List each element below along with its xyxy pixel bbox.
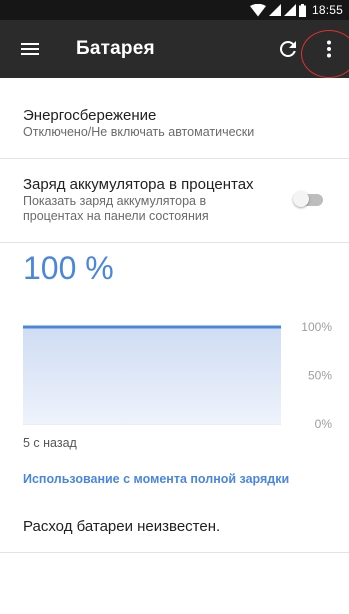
battery-usage-status: Расход батареи неизвестен. <box>23 518 221 535</box>
refresh-icon[interactable] <box>276 37 300 61</box>
battery-saver-summary: Отключено/Не включать автоматически <box>23 125 255 139</box>
chart-area <box>23 327 281 424</box>
history-time-ago: 5 с назад <box>23 436 77 450</box>
chart-y-tick-label: 50% <box>308 369 332 383</box>
divider <box>0 158 349 159</box>
battery-saver-title: Энергосбережение <box>23 107 157 124</box>
more-vert-icon[interactable] <box>317 37 341 61</box>
battery-icon <box>298 3 306 17</box>
battery-history-chart: 100% 50% 0% <box>23 320 333 430</box>
signal-icon <box>283 4 296 16</box>
battery-percentage-switch[interactable] <box>293 191 323 207</box>
usage-since-full-charge-link[interactable]: Использование с момента полной зарядки <box>23 472 289 486</box>
battery-saver-item[interactable]: Энергосбережение Отключено/Не включать а… <box>0 107 349 140</box>
chart-y-tick-label: 100% <box>301 320 332 334</box>
hamburger-menu-icon[interactable] <box>18 37 42 61</box>
battery-percentage-summary-line2: процентах на панели состояния <box>23 209 209 223</box>
switch-thumb <box>293 191 309 207</box>
app-toolbar: Батарея <box>0 20 349 78</box>
status-icons: 18:55 <box>249 3 343 17</box>
battery-level: 100 % <box>23 250 114 286</box>
divider <box>0 242 349 243</box>
divider <box>0 552 349 553</box>
wifi-icon <box>249 3 266 16</box>
page-title: Батарея <box>76 38 155 59</box>
chart-y-tick-label: 0% <box>315 417 333 430</box>
signal-icon <box>268 4 281 16</box>
status-bar: 18:55 <box>0 0 349 20</box>
status-time: 18:55 <box>311 3 343 17</box>
